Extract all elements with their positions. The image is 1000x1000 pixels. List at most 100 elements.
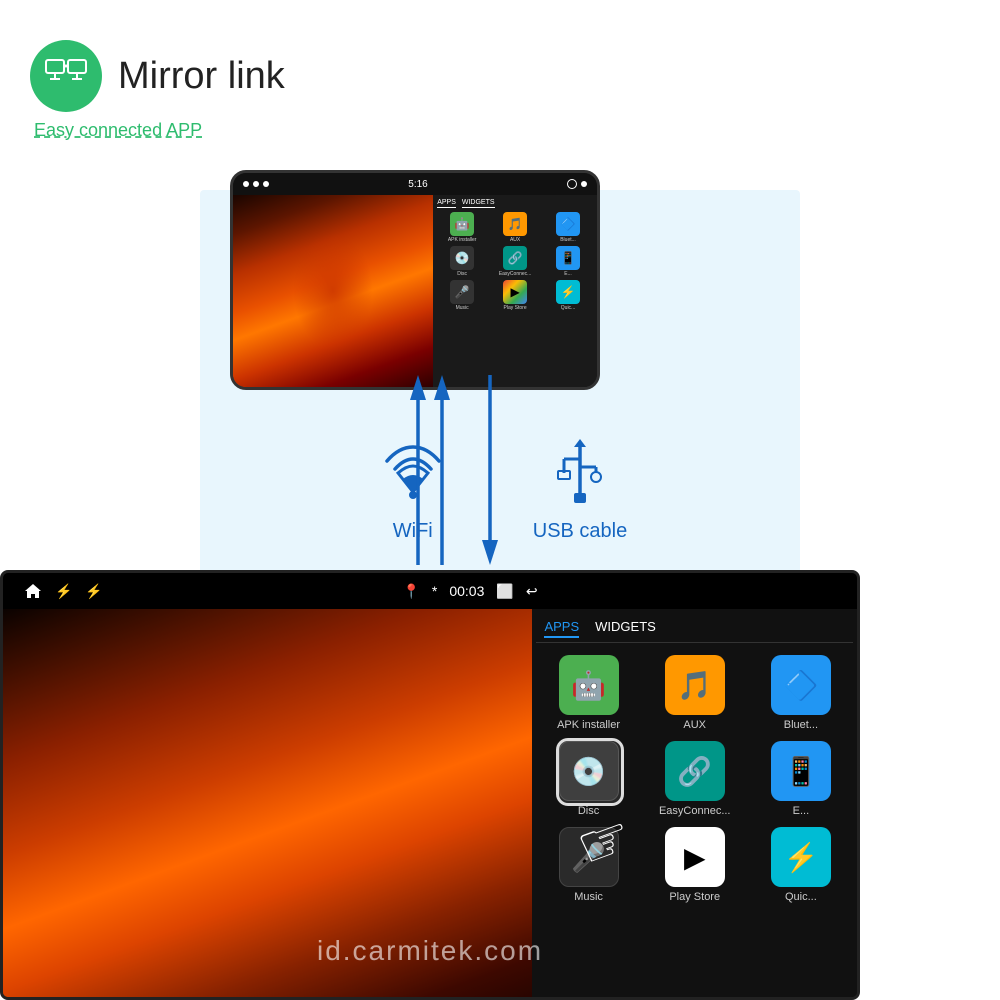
- car-app-label-bt: Bluet...: [784, 719, 818, 731]
- list-item: 🤖 APK installer: [540, 655, 636, 731]
- status-dot-2: [253, 181, 259, 187]
- phone-status-right: [567, 179, 587, 189]
- list-item: 🎵 AUX: [490, 212, 540, 243]
- phone-status-left: [243, 181, 269, 187]
- usb-label: USB cable: [533, 520, 628, 543]
- car-disc-icon[interactable]: 💿: [559, 741, 619, 801]
- aux-icon: 🎵: [503, 212, 527, 236]
- app-label-disc: Disc: [457, 271, 467, 277]
- mirror-link-icon-bg: [30, 40, 102, 112]
- page-title: Mirror link: [118, 55, 285, 98]
- phone-video-area: [233, 195, 433, 387]
- list-item: 📱 E...: [753, 741, 849, 817]
- phone-device: 5:16 APPS WIDGETS 🤖 APK installer: [230, 170, 600, 390]
- extra-icon: 📱: [556, 246, 580, 270]
- status-dot-1: [243, 181, 249, 187]
- car-app-label-easy: EasyConnec...: [659, 805, 731, 817]
- usb-item: USB cable: [533, 437, 628, 543]
- app-label-apk: APK installer: [448, 237, 477, 243]
- car-apps-grid: 🤖 APK installer 🎵 AUX 🔷 Bluet... 💿: [536, 651, 853, 907]
- car-time: 00:03: [449, 583, 484, 599]
- list-item: 🔗 EasyConnec...: [647, 741, 743, 817]
- phone-content: APPS WIDGETS 🤖 APK installer 🎵 AUX 🔷 Blu…: [233, 195, 597, 387]
- header-title-row: Mirror link: [30, 40, 285, 112]
- diagram-area: 5:16 APPS WIDGETS 🤖 APK installer: [0, 170, 1000, 1000]
- car-quick-icon[interactable]: ⚡: [771, 827, 831, 887]
- phone-time: 5:16: [408, 179, 427, 190]
- svg-text:⚡: ⚡: [55, 583, 72, 600]
- list-item: 🎵 AUX: [647, 655, 743, 731]
- disc-icon: 💿: [450, 246, 474, 270]
- list-item: 💿 Disc: [437, 246, 487, 277]
- usb-icon: [550, 437, 610, 512]
- app-label-e: E...: [564, 271, 572, 277]
- list-item: 🎤 Music: [437, 280, 487, 311]
- list-item: ⚡ Quic...: [753, 827, 849, 903]
- car-app-label-music: Music: [574, 891, 603, 903]
- car-app-label-aux: AUX: [683, 719, 706, 731]
- home-icon: [23, 581, 43, 601]
- app-label-aux: AUX: [510, 237, 520, 243]
- car-extra-icon[interactable]: 📱: [771, 741, 831, 801]
- signal-icon: [567, 179, 577, 189]
- car-playstore-icon[interactable]: ▶: [665, 827, 725, 887]
- header-section: Mirror link Easy connected APP: [30, 40, 285, 141]
- list-item: ▶ Play Store: [647, 827, 743, 903]
- car-status-center: 📍 * 00:03 ⬜ ↩: [402, 583, 537, 600]
- car-video-frame: [3, 609, 532, 1000]
- mirror-link-icon: [44, 54, 88, 98]
- car-app-label-e: E...: [793, 805, 810, 817]
- car-bluetooth-icon: *: [432, 583, 437, 599]
- car-tab-apps[interactable]: APPS: [544, 617, 579, 638]
- list-item: ⚡ Quic...: [543, 280, 593, 311]
- car-aux-icon[interactable]: 🎵: [665, 655, 725, 715]
- car-tab-widgets[interactable]: WIDGETS: [595, 617, 656, 638]
- usb-status-icon-1: ⚡: [55, 582, 73, 600]
- quick-icon: ⚡: [556, 280, 580, 304]
- apk-installer-icon: 🤖: [450, 212, 474, 236]
- phone-status-bar: 5:16: [233, 173, 597, 195]
- car-apps-panel: APPS WIDGETS 🤖 APK installer 🎵 AUX 🔷 Blu…: [532, 609, 857, 1000]
- car-video-area: [3, 609, 532, 1000]
- car-apk-installer-icon[interactable]: 🤖: [559, 655, 619, 715]
- phone-apps-tabs: APPS WIDGETS: [437, 199, 593, 208]
- phone-apps-area: APPS WIDGETS 🤖 APK installer 🎵 AUX 🔷 Blu…: [433, 195, 597, 387]
- car-head-unit: ⚡ ⚡ 📍 * 00:03 ⬜ ↩ APPS WIDGETS: [0, 570, 860, 1000]
- car-app-label-quick: Quic...: [785, 891, 817, 903]
- phone-apps-grid: 🤖 APK installer 🎵 AUX 🔷 Bluet... 💿 Disc: [437, 212, 593, 311]
- usb-status-icon-2: ⚡: [85, 582, 103, 600]
- car-rect-icon: ⬜: [496, 583, 513, 600]
- phone-video-frame: [233, 195, 433, 387]
- car-apps-tabs: APPS WIDGETS: [536, 613, 853, 643]
- phone-tab-widgets: WIDGETS: [462, 199, 495, 208]
- battery-icon: [581, 181, 587, 187]
- car-easyconnect-icon[interactable]: 🔗: [665, 741, 725, 801]
- list-item: 💿 Disc: [540, 741, 636, 817]
- app-label-playstore: Play Store: [504, 305, 527, 311]
- car-back-icon: ↩: [526, 583, 538, 600]
- list-item: 🤖 APK installer: [437, 212, 487, 243]
- header-subtitle: Easy connected APP: [34, 120, 285, 141]
- list-item: 📱 E...: [543, 246, 593, 277]
- double-up-arrows: [400, 365, 460, 575]
- disc-highlight-border: [556, 738, 624, 806]
- car-app-label-apk: APK installer: [557, 719, 620, 731]
- app-label-easy: EasyConnec...: [499, 271, 532, 277]
- list-item: 🔷 Bluet...: [753, 655, 849, 731]
- car-bluetooth-app-icon[interactable]: 🔷: [771, 655, 831, 715]
- car-app-label-playstore: Play Store: [669, 891, 720, 903]
- status-dot-3: [263, 181, 269, 187]
- music-icon: 🎤: [450, 280, 474, 304]
- phone-tab-apps: APPS: [437, 199, 456, 208]
- playstore-icon: ▶: [503, 280, 527, 304]
- car-status-bar: ⚡ ⚡ 📍 * 00:03 ⬜ ↩: [3, 573, 857, 609]
- easyconnect-icon: 🔗: [503, 246, 527, 270]
- app-label-music: Music: [456, 305, 469, 311]
- car-location-icon: 📍: [402, 583, 419, 600]
- svg-text:⚡: ⚡: [85, 583, 102, 600]
- list-item: ▶ Play Store: [490, 280, 540, 311]
- car-status-left: ⚡ ⚡: [23, 581, 103, 601]
- list-item: 🔷 Bluet...: [543, 212, 593, 243]
- app-label-quick: Quic...: [561, 305, 575, 311]
- single-down-arrow: [470, 365, 510, 575]
